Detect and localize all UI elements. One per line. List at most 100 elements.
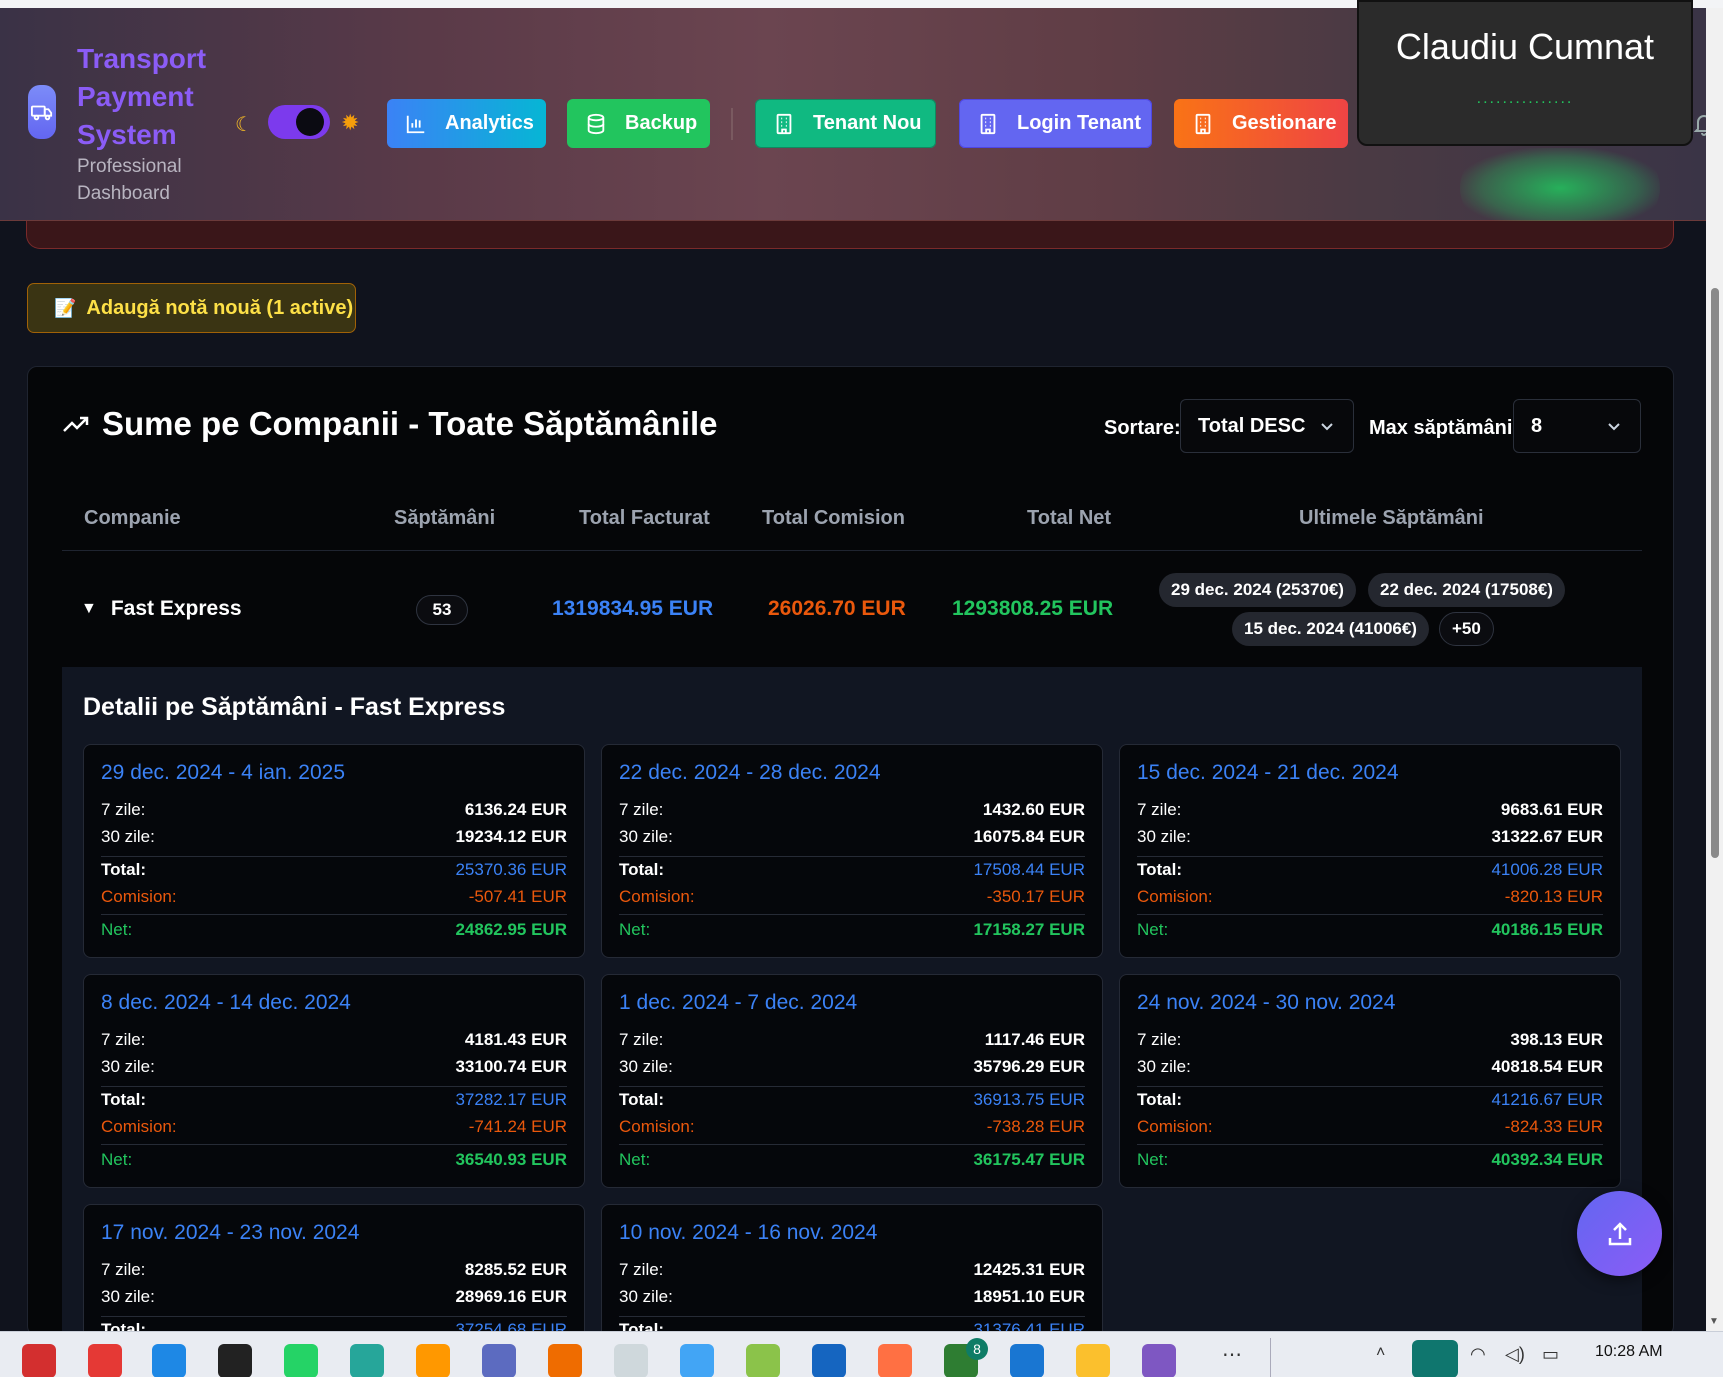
thirty-day-row: 30 zile: 19234.12 EUR <box>101 827 567 847</box>
column-header-total-comision[interactable]: Total Comision <box>762 507 905 530</box>
column-header-total-facturat[interactable]: Total Facturat <box>579 507 710 530</box>
bar-chart-icon <box>405 113 427 135</box>
seven-day-value: 8285.52 EUR <box>464 1260 567 1279</box>
column-header-total-net[interactable]: Total Net <box>1027 507 1111 530</box>
sort-select-value: Total DESC <box>1198 414 1306 437</box>
header-divider <box>731 108 733 140</box>
total-row: Total: 17508.44 EUR <box>619 860 1085 880</box>
total-value: 17508.44 EUR <box>973 860 1085 879</box>
word-icon[interactable] <box>812 1344 846 1377</box>
app-icon-blue[interactable] <box>1010 1344 1044 1377</box>
app-icon-cup[interactable] <box>614 1344 648 1377</box>
chrome-profile-icon[interactable] <box>1142 1344 1176 1377</box>
company-name: Fast Express <box>110 597 242 620</box>
column-header-saptamani[interactable]: Săptămâni <box>394 507 495 530</box>
app-icon-paint[interactable] <box>746 1344 780 1377</box>
comision-value: -820.13 EUR <box>1504 887 1603 906</box>
battery-icon[interactable]: ▭ <box>1542 1344 1559 1365</box>
net-value: 40392.34 EUR <box>1491 1150 1603 1169</box>
week-range: 29 dec. 2024 - 4 ian. 2025 <box>101 761 346 784</box>
card-divider <box>619 1144 1085 1145</box>
youtube-icon[interactable] <box>88 1344 122 1377</box>
thirty-day-row: 30 zile: 40818.54 EUR <box>1137 1057 1603 1077</box>
scrollbar-thumb[interactable] <box>1711 288 1719 858</box>
chrome-icon[interactable] <box>1076 1344 1110 1377</box>
card-divider <box>619 914 1085 915</box>
seven-day-label: 7 zile: <box>619 1030 664 1049</box>
folder-icon[interactable] <box>548 1344 582 1377</box>
seven-day-row: 7 zile: 9683.61 EUR <box>1137 800 1603 820</box>
whatsapp-icon[interactable] <box>284 1344 318 1377</box>
comision-row: Comision: -741.24 EUR <box>101 1117 567 1137</box>
weeks-count-badge: 53 <box>416 595 468 625</box>
add-note-button[interactable]: 📝 Adaugă notă nouă (1 active) <box>27 283 356 333</box>
comision-row: Comision: -820.13 EUR <box>1137 887 1603 907</box>
app-icon-a[interactable] <box>218 1344 252 1377</box>
scroll-down-arrow-icon[interactable]: ▼ <box>1709 1316 1719 1327</box>
notepad-icon[interactable] <box>680 1344 714 1377</box>
total-row: Total: 41216.67 EUR <box>1137 1090 1603 1110</box>
total-row: Total: 41006.28 EUR <box>1137 860 1603 880</box>
net-row: Net: 40186.15 EUR <box>1137 920 1603 940</box>
app-icon-window[interactable] <box>482 1344 516 1377</box>
wifi-icon[interactable]: ◠ <box>1470 1344 1486 1365</box>
chevron-up-icon[interactable]: ˄ <box>1376 1344 1385 1362</box>
seven-day-value: 6136.24 EUR <box>464 800 567 819</box>
week-card: 22 dec. 2024 - 28 dec. 2024 7 zile: 1432.… <box>601 744 1103 958</box>
comision-label: Comision: <box>1137 887 1213 906</box>
react-app-icon[interactable] <box>350 1344 384 1377</box>
app-icon-orange[interactable] <box>416 1344 450 1377</box>
gestionare-button[interactable]: Gestionare <box>1174 99 1348 148</box>
thirty-day-label: 30 zile: <box>101 827 155 846</box>
total-label: Total: <box>101 860 147 879</box>
building-icon <box>977 113 999 135</box>
thirty-day-row: 30 zile: 35796.29 EUR <box>619 1057 1085 1077</box>
recent-week-chip: 22 dec. 2024 (17508€) <box>1368 573 1565 607</box>
seven-day-label: 7 zile: <box>1137 1030 1182 1049</box>
thirty-day-value: 33100.74 EUR <box>455 1057 567 1076</box>
comision-label: Comision: <box>101 887 177 906</box>
app-icon-recorder[interactable] <box>22 1344 56 1377</box>
backup-label: Backup <box>625 112 698 134</box>
seven-day-label: 7 zile: <box>619 1260 664 1279</box>
thirty-day-value: 19234.12 EUR <box>455 827 567 846</box>
seven-day-value: 12425.31 EUR <box>973 1260 1085 1279</box>
total-value: 41216.67 EUR <box>1491 1090 1603 1109</box>
net-value: 40186.15 EUR <box>1491 920 1603 939</box>
tenant-nou-button[interactable]: Tenant Nou <box>755 99 936 148</box>
backup-button[interactable]: Backup <box>567 99 710 148</box>
theme-toggle[interactable] <box>268 105 330 139</box>
thirty-day-label: 30 zile: <box>619 1287 673 1306</box>
seven-day-label: 7 zile: <box>1137 800 1182 819</box>
analytics-button[interactable]: Analytics <box>387 99 546 148</box>
column-header-companie[interactable]: Companie <box>84 507 181 530</box>
comision-row: Comision: -824.33 EUR <box>1137 1117 1603 1137</box>
expand-company-toggle[interactable]: ▼ Fast Express <box>81 597 242 621</box>
react-app-icon[interactable] <box>152 1344 186 1377</box>
max-weeks-select[interactable]: 8 <box>1513 399 1641 453</box>
clock-time[interactable]: 10:28 AM <box>1595 1343 1663 1361</box>
week-range: 17 nov. 2024 - 23 nov. 2024 <box>101 1221 360 1244</box>
upload-fab-button[interactable] <box>1577 1191 1662 1276</box>
microphone-icon[interactable] <box>1412 1340 1458 1377</box>
chevron-down-icon <box>1608 423 1620 431</box>
seven-day-label: 7 zile: <box>619 800 664 819</box>
week-range: 10 nov. 2024 - 16 nov. 2024 <box>619 1221 878 1244</box>
column-header-ultimele-saptamani: Ultimele Săptămâni <box>1299 507 1484 529</box>
seven-day-row: 7 zile: 398.13 EUR <box>1137 1030 1603 1050</box>
week-card: 29 dec. 2024 - 4 ian. 2025 7 zile: 6136.2… <box>83 744 585 958</box>
thirty-day-label: 30 zile: <box>1137 1057 1191 1076</box>
video-call-overlay[interactable]: Claudiu Cumnat ............... <box>1357 0 1693 146</box>
volume-icon[interactable]: ◁) <box>1505 1344 1525 1365</box>
sort-select[interactable]: Total DESC <box>1180 399 1354 453</box>
page-scrollbar[interactable]: ▼ <box>1706 8 1723 1331</box>
net-label: Net: <box>101 920 133 939</box>
card-divider <box>619 856 1085 857</box>
total-label: Total: <box>619 860 665 879</box>
more-apps-icon[interactable]: ⋯ <box>1222 1342 1242 1367</box>
app-icon-claude[interactable] <box>878 1344 912 1377</box>
building-icon <box>1192 113 1214 135</box>
seven-day-value: 1432.60 EUR <box>982 800 1085 819</box>
net-row: Net: 24862.95 EUR <box>101 920 567 940</box>
login-tenant-button[interactable]: Login Tenant <box>959 99 1152 148</box>
